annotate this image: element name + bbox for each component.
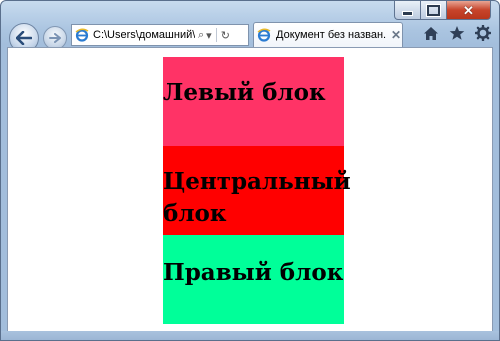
tab-ie-icon xyxy=(256,27,272,43)
address-bar[interactable]: C:\Users\домашний\ ⌕ ▾ ↻ xyxy=(71,24,249,46)
search-icon[interactable]: ⌕ xyxy=(198,29,204,42)
tab-document[interactable]: Документ без назван... ✕ xyxy=(253,22,403,47)
center-block-text: Центральный блок xyxy=(163,168,351,227)
tab-title: Документ без назван... xyxy=(276,29,386,41)
center-block: Центральный блок xyxy=(163,146,351,235)
forward-arrow-icon xyxy=(49,33,61,43)
window-bottom-frame xyxy=(1,331,499,340)
browser-window: ✕ C:\Users\домашний\ ⌕ ▾ ↻ Документ без … xyxy=(0,0,500,341)
close-icon: ✕ xyxy=(463,2,474,18)
page-content: Левый блок Центральный блок Правый блок xyxy=(7,47,493,333)
minimize-button[interactable] xyxy=(394,1,421,20)
tools-gear-icon[interactable] xyxy=(475,25,491,41)
dropdown-icon[interactable]: ▾ xyxy=(206,29,212,42)
left-block-text: Левый блок xyxy=(163,79,326,106)
close-window-button[interactable]: ✕ xyxy=(447,1,491,20)
favorites-star-icon[interactable] xyxy=(449,25,465,41)
address-separator xyxy=(215,28,217,42)
right-block: Правый блок xyxy=(163,235,344,324)
caption-buttons: ✕ xyxy=(394,1,491,20)
toolbar-icons xyxy=(423,25,491,41)
tab-close-icon[interactable]: ✕ xyxy=(391,28,401,42)
right-block-text: Правый блок xyxy=(163,259,344,286)
minimize-icon xyxy=(402,10,413,16)
address-actions: ⌕ ▾ ↻ xyxy=(198,28,230,42)
left-block: Левый блок xyxy=(163,57,344,146)
address-input[interactable]: C:\Users\домашний\ xyxy=(93,29,195,41)
back-arrow-icon xyxy=(16,31,32,45)
refresh-icon[interactable]: ↻ xyxy=(221,29,230,42)
home-icon[interactable] xyxy=(423,25,439,41)
maximize-icon xyxy=(427,4,440,16)
ie-page-icon xyxy=(74,27,90,43)
blocks-column: Левый блок Центральный блок Правый блок xyxy=(163,57,351,324)
maximize-button[interactable] xyxy=(421,1,447,20)
